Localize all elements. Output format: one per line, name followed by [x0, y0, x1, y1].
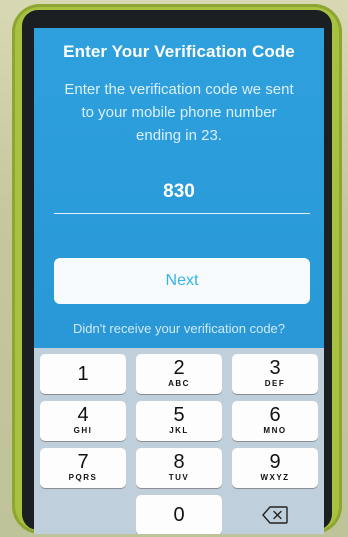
- keypad-key-3[interactable]: 3 DEF: [232, 354, 318, 394]
- key-digit: 3: [269, 357, 281, 379]
- key-letters: DEF: [264, 379, 286, 388]
- phone-screen: Enter Your Verification Code Enter the v…: [34, 28, 324, 534]
- key-letters: TUV: [168, 473, 190, 482]
- instruction-text: Enter the verification code we sent to y…: [64, 81, 294, 144]
- keypad-delete-key[interactable]: [232, 495, 318, 534]
- keypad-key-4[interactable]: 4 GHI: [40, 401, 126, 441]
- key-letters: PQRS: [68, 473, 98, 482]
- keypad-key-7[interactable]: 7 PQRS: [40, 448, 126, 488]
- keypad-key-1[interactable]: 1: [40, 354, 126, 394]
- key-letters: MNO: [263, 426, 287, 435]
- keypad-key-2[interactable]: 2 ABC: [136, 354, 222, 394]
- key-letters: JKL: [169, 426, 189, 435]
- keypad-key-8[interactable]: 8 TUV: [136, 448, 222, 488]
- code-input-underline: [54, 213, 310, 214]
- key-digit: 0: [173, 504, 185, 526]
- key-digit: 7: [77, 451, 89, 473]
- keypad-key-5[interactable]: 5 JKL: [136, 401, 222, 441]
- key-digit: 6: [269, 404, 281, 426]
- key-letters: GHI: [73, 426, 93, 435]
- keypad-key-9[interactable]: 9 WXYZ: [232, 448, 318, 488]
- page-title: Enter Your Verification Code: [63, 42, 295, 61]
- key-digit: 2: [173, 357, 185, 379]
- keypad-key-6[interactable]: 6 MNO: [232, 401, 318, 441]
- backspace-icon: [262, 506, 288, 524]
- key-digit: 8: [173, 451, 185, 473]
- next-button[interactable]: Next: [54, 258, 310, 304]
- key-digit: 9: [269, 451, 281, 473]
- numeric-keypad: 1 2 ABC 3 DEF 4 GHI 5 JKL 6 MNO 7 PQRS 8: [34, 348, 324, 534]
- next-button-label: Next: [165, 272, 199, 289]
- key-digit: 5: [173, 404, 185, 426]
- key-letters: ABC: [168, 379, 190, 388]
- resend-code-link[interactable]: Didn't receive your verification code?: [34, 320, 324, 338]
- key-digit: 4: [77, 404, 89, 426]
- keypad-key-0[interactable]: 0: [136, 495, 222, 534]
- key-letters: WXYZ: [260, 473, 290, 482]
- verification-code-input[interactable]: 830: [34, 181, 324, 203]
- key-digit: 1: [77, 363, 89, 385]
- keypad-blank-key: [40, 495, 126, 534]
